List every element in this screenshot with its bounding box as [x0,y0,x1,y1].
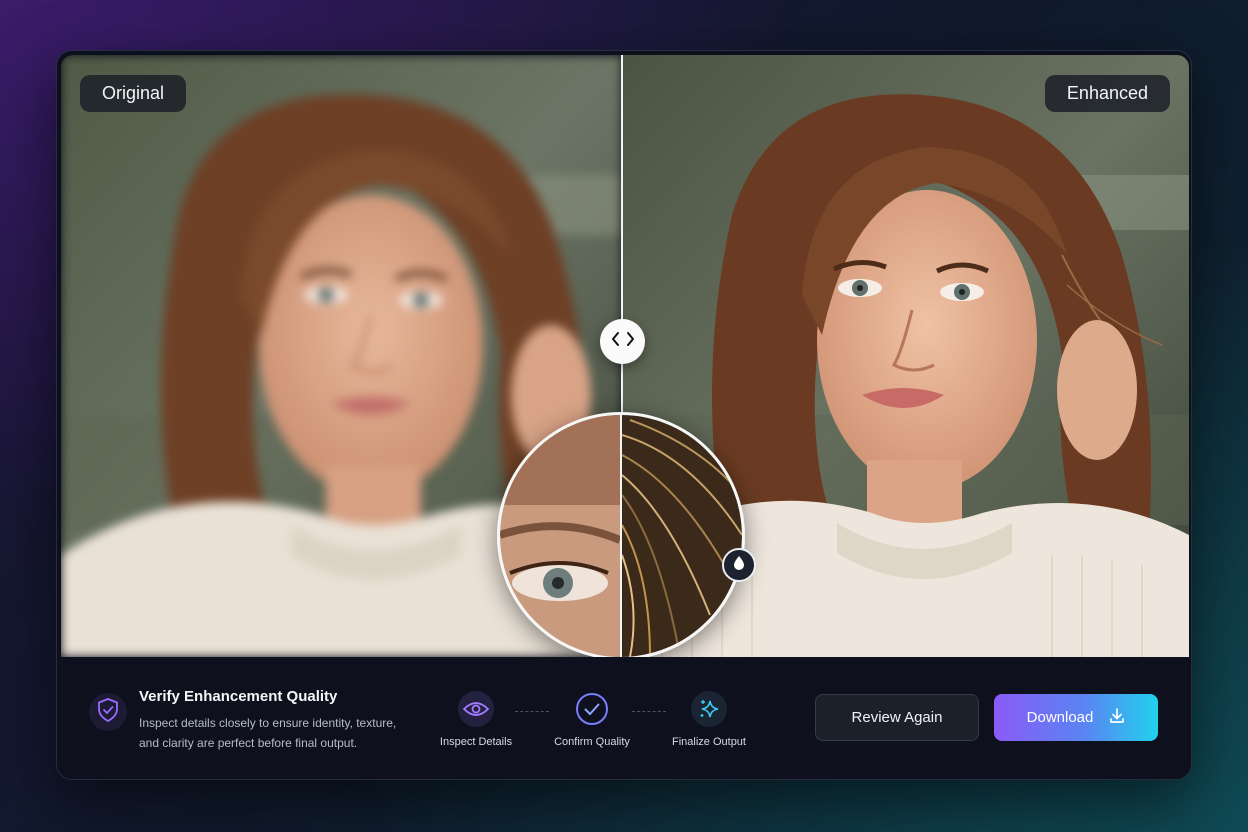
step-label: Finalize Output [672,736,746,748]
chevron-left-right-icon [610,331,636,352]
review-again-button[interactable]: Review Again [815,694,979,741]
step-label: Confirm Quality [554,736,630,748]
comparison-card: Original Enhanced Verify Enhancement Qua… [56,50,1192,780]
enhanced-label: Enhanced [1044,75,1170,112]
verify-title: Verify Enhancement Quality [139,688,338,705]
step-inspect-details[interactable]: Inspect Details [421,691,531,748]
original-label: Original [80,75,187,112]
droplet-badge[interactable] [722,548,756,582]
check-circle-icon [574,691,610,727]
shield-badge [89,693,127,731]
download-button[interactable]: Download [994,694,1158,741]
split-handle[interactable] [600,319,645,364]
before-after-viewer[interactable]: Original Enhanced [61,55,1189,657]
download-icon [1109,707,1125,728]
droplet-icon [732,555,746,576]
sparkle-icon [691,691,727,727]
step-finalize-output[interactable]: Finalize Output [654,691,764,748]
download-label: Download [1026,709,1094,726]
magnifier-loupe[interactable] [497,412,745,657]
verify-description: Inspect details closely to ensure identi… [139,716,397,750]
eye-icon [458,691,494,727]
action-bar: Verify Enhancement Quality Inspect detai… [57,657,1191,779]
shield-check-icon [96,697,120,728]
step-label: Inspect Details [439,736,513,748]
step-confirm-quality[interactable]: Confirm Quality [537,691,647,748]
